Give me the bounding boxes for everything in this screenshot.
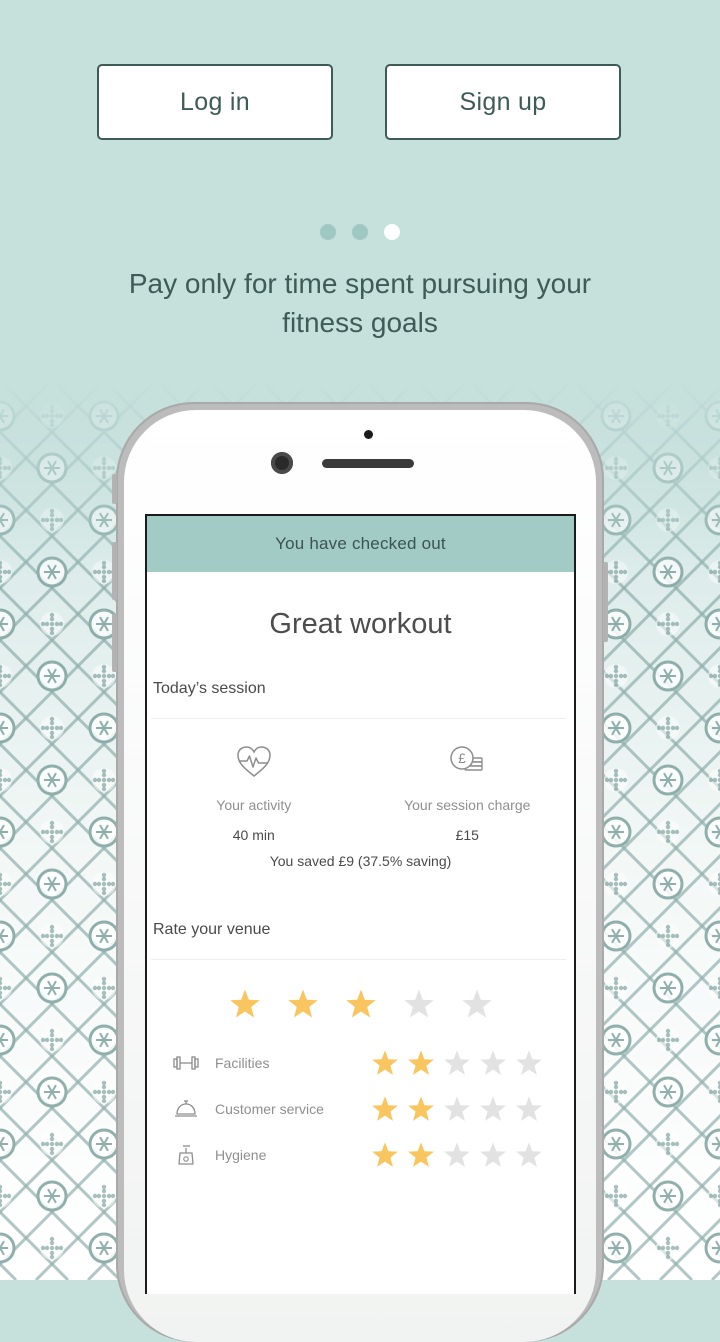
login-button[interactable]: Log in (97, 64, 333, 140)
carousel-dot-1[interactable] (320, 224, 336, 240)
hygiene-label: Hygiene (215, 1147, 267, 1163)
carousel-indicator (0, 224, 720, 240)
star-icon[interactable] (515, 1095, 543, 1123)
rate-section-label: Rate your venue (153, 921, 271, 938)
phone-volume-down (112, 614, 117, 672)
phone-speaker (322, 459, 414, 468)
star-icon[interactable] (515, 1049, 543, 1077)
hygiene-stars (371, 1141, 543, 1169)
activity-label: Your activity (216, 797, 292, 813)
phone-side-button (112, 474, 117, 504)
phone-screen: You have checked out Great workout Today… (145, 514, 576, 1294)
dumbbell-icon (173, 1056, 199, 1070)
rating-row-hygiene: Hygiene (147, 1132, 574, 1178)
star-icon[interactable] (371, 1049, 399, 1077)
charge-stat: £ Your session charge £15 (361, 745, 575, 845)
star-icon[interactable] (371, 1141, 399, 1169)
workout-title: Great workout (269, 608, 452, 640)
pound-coins-icon: £ (450, 746, 483, 771)
service-bell-icon (175, 1100, 197, 1117)
charge-label: Your session charge (404, 797, 531, 813)
customer-service-stars (371, 1095, 543, 1123)
phone-camera (271, 452, 293, 474)
star-icon[interactable] (443, 1095, 471, 1123)
carousel-dot-2[interactable] (352, 224, 368, 240)
star-icon[interactable] (345, 988, 377, 1020)
divider (151, 718, 566, 719)
carousel-dot-3[interactable] (384, 224, 400, 240)
signup-button[interactable]: Sign up (385, 64, 621, 140)
star-icon[interactable] (403, 988, 435, 1020)
star-icon[interactable] (479, 1095, 507, 1123)
facilities-label: Facilities (215, 1055, 270, 1071)
phone-power-button (603, 562, 608, 642)
overall-rating (147, 988, 574, 1020)
heart-pulse-icon (236, 746, 271, 777)
star-icon[interactable] (461, 988, 493, 1020)
savings-text: You saved £9 (37.5% saving) (269, 853, 452, 869)
rating-row-customer-service: Customer service (147, 1086, 574, 1132)
star-icon[interactable] (443, 1049, 471, 1077)
facilities-stars (371, 1049, 543, 1077)
star-icon[interactable] (515, 1141, 543, 1169)
star-icon[interactable] (479, 1141, 507, 1169)
star-icon[interactable] (443, 1141, 471, 1169)
category-ratings: Facilities Customer service Hygiene (147, 1040, 574, 1178)
star-icon[interactable] (407, 1095, 435, 1123)
charge-value: £15 (455, 827, 479, 843)
customer-service-label: Customer service (215, 1101, 324, 1117)
rating-row-facilities: Facilities (147, 1040, 574, 1086)
session-stats: Your activity 40 min £ Your session char… (147, 745, 574, 845)
checkout-banner: You have checked out (147, 516, 574, 572)
svg-text:£: £ (458, 750, 466, 766)
star-icon[interactable] (407, 1049, 435, 1077)
divider (151, 959, 566, 960)
soap-dispenser-icon (178, 1145, 194, 1165)
star-icon[interactable] (479, 1049, 507, 1077)
star-icon[interactable] (407, 1141, 435, 1169)
session-section-label: Today’s session (153, 680, 266, 697)
activity-value: 40 min (232, 827, 275, 843)
activity-stat: Your activity 40 min (147, 745, 361, 845)
phone-volume-up (112, 542, 117, 600)
star-icon[interactable] (371, 1095, 399, 1123)
star-icon[interactable] (287, 988, 319, 1020)
tagline: Pay only for time spent pursuing your fi… (128, 268, 592, 338)
phone-sensor (364, 430, 373, 439)
star-icon[interactable] (229, 988, 261, 1020)
